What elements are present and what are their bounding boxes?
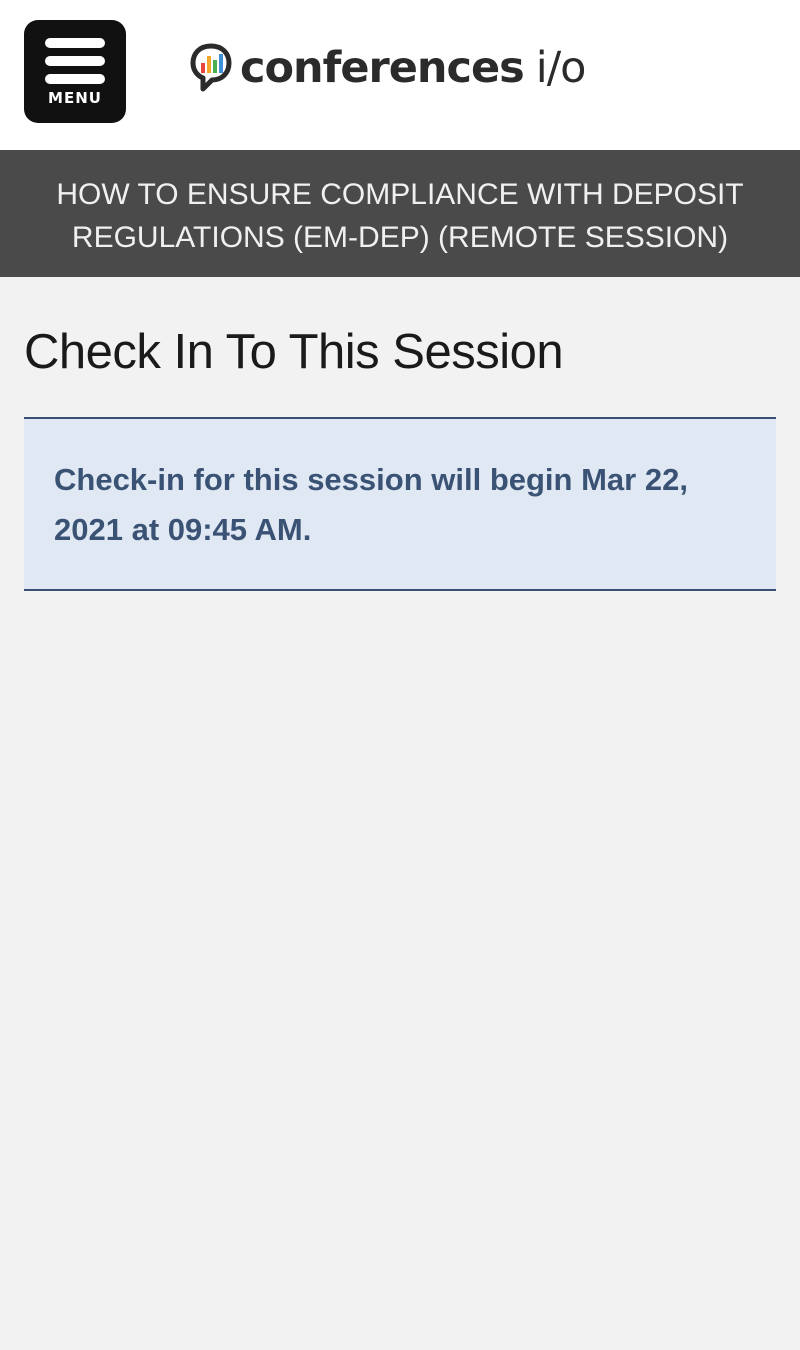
- main-content: Check In To This Session Check-in for th…: [0, 322, 800, 591]
- hamburger-icon: [45, 38, 105, 84]
- logo-wordmark: conferences: [240, 43, 525, 93]
- checkin-notice: Check-in for this session will begin Mar…: [24, 417, 776, 591]
- page-title: Check In To This Session: [24, 325, 564, 379]
- menu-label: MENU: [48, 89, 102, 107]
- menu-button[interactable]: MENU: [24, 20, 126, 123]
- logo-suffix: i/o: [535, 43, 587, 93]
- session-title-banner: HOW TO ENSURE COMPLIANCE WITH DEPOSIT RE…: [0, 150, 800, 277]
- speech-bubble-chart-icon: [190, 43, 232, 92]
- app-header: MENU conferences i/o: [0, 0, 800, 150]
- conferences-io-logo: conferences i/o: [190, 38, 586, 98]
